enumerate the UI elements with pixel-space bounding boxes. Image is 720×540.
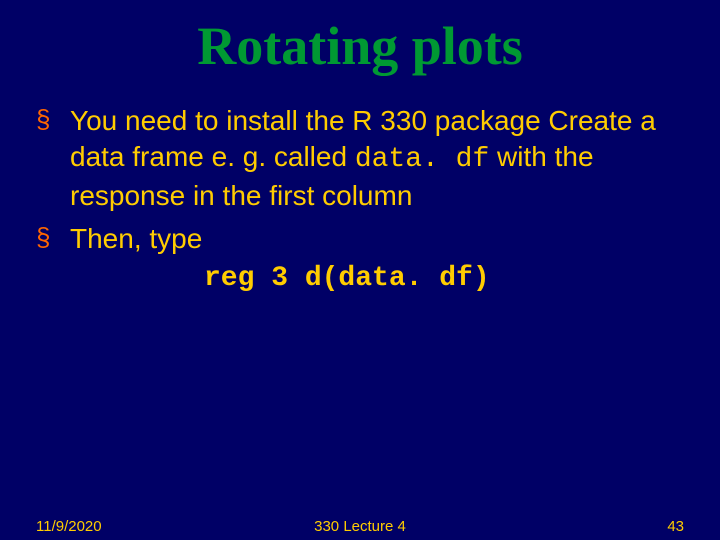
- footer-page-number: 43: [667, 518, 684, 535]
- list-item: Then, type: [36, 221, 684, 257]
- bullet-text: Then, type: [70, 223, 202, 254]
- footer-center: 330 Lecture 4: [36, 518, 684, 535]
- list-item: You need to install the R 330 package Cr…: [36, 103, 684, 215]
- slide-title: Rotating plots: [36, 18, 684, 75]
- inline-code: data. df: [355, 144, 489, 175]
- bullet-list: You need to install the R 330 package Cr…: [36, 103, 684, 258]
- code-block: reg 3 d(data. df): [204, 263, 684, 294]
- slide: Rotating plots You need to install the R…: [0, 0, 720, 540]
